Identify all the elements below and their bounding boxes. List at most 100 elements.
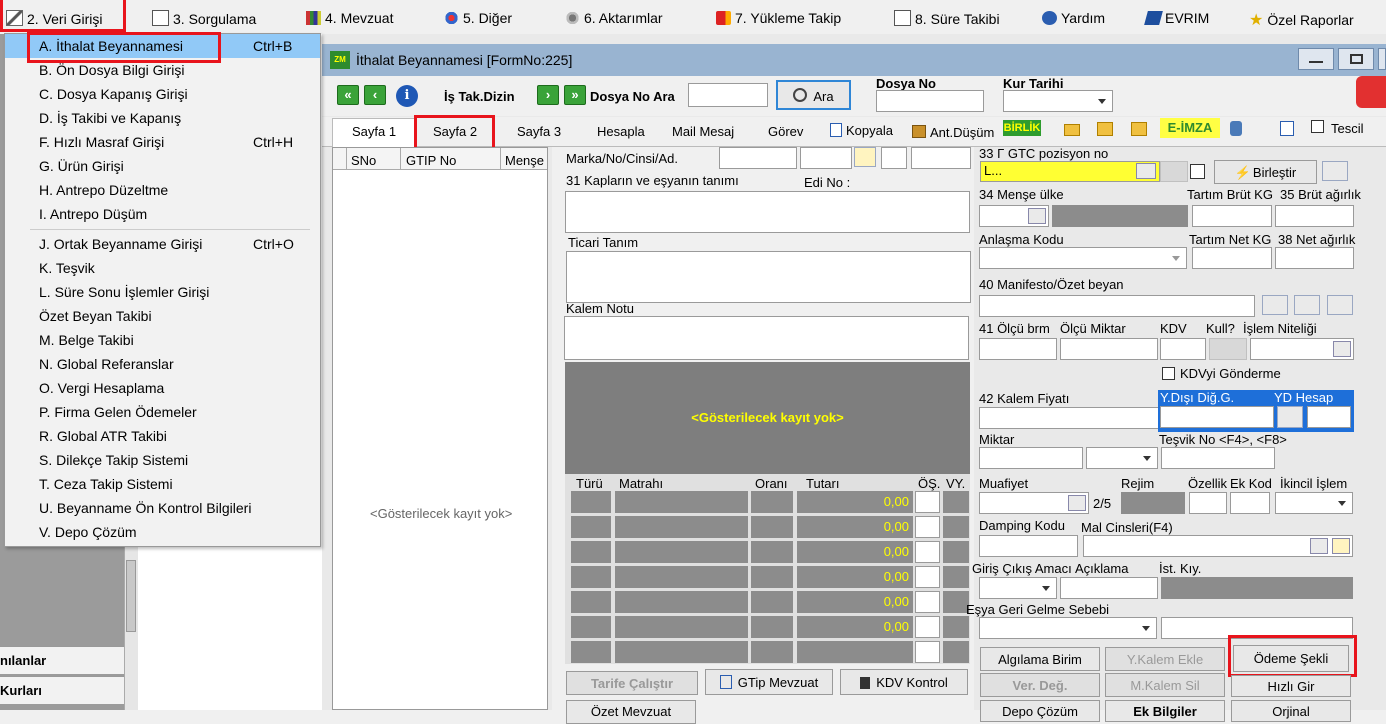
kopyala-button[interactable]: Kopyala (830, 123, 893, 138)
tax-cell[interactable] (615, 491, 748, 513)
algilama-birim-button[interactable]: Algılama Birim (980, 647, 1100, 671)
gtip-pozisyon-input[interactable]: L... (980, 161, 1160, 182)
ozet-mevzuat-button[interactable]: Özet Mevzuat (566, 700, 696, 724)
tab-hesapla[interactable]: Hesapla (597, 124, 645, 139)
tax-os-checkbox[interactable] (915, 591, 940, 613)
hizli-gir-button[interactable]: Hızlı Gir (1231, 675, 1351, 697)
tax-cell[interactable] (943, 566, 969, 588)
lookup-icon[interactable] (1068, 495, 1086, 511)
items-grid[interactable] (332, 147, 548, 710)
manifesto-list-button[interactable] (1294, 295, 1320, 315)
info-icon[interactable]: i (396, 85, 418, 107)
dosya-no-ara-input[interactable] (688, 83, 768, 107)
left-tab-kurlari[interactable]: Kurları (0, 676, 124, 704)
gtip-checkbox[interactable] (1190, 164, 1205, 179)
tax-cell[interactable] (571, 541, 611, 563)
brut-agirlik-input[interactable] (1275, 205, 1354, 227)
tax-cell[interactable] (571, 641, 611, 663)
tax-cell[interactable] (571, 591, 611, 613)
tax-cell[interactable]: 0,00 (797, 616, 913, 638)
tax-cell[interactable] (571, 491, 611, 513)
minimize-button[interactable] (1298, 48, 1334, 70)
tescil-checkbox[interactable] (1311, 120, 1324, 133)
dropdown-item[interactable]: O. Vergi Hesaplama (5, 376, 320, 400)
tax-cell[interactable] (615, 641, 748, 663)
lookup-icon[interactable] (1333, 341, 1351, 357)
dropdown-item[interactable]: M. Belge Takibi (5, 328, 320, 352)
lookup-icon[interactable] (1310, 538, 1328, 554)
tax-os-checkbox[interactable] (915, 541, 940, 563)
tax-cell[interactable] (943, 516, 969, 538)
tax-cell[interactable] (943, 616, 969, 638)
lookup-icon[interactable] (1028, 208, 1046, 224)
menu-diger[interactable]: 5. Diğer (444, 10, 512, 26)
menu-sorgulama[interactable]: 3. Sorgulama (152, 10, 256, 27)
tartim-net-input[interactable] (1192, 247, 1272, 269)
dropdown-item[interactable]: H. Antrepo Düzeltme (5, 178, 320, 202)
giris-cikis-select[interactable] (979, 577, 1057, 599)
dropdown-item[interactable]: P. Firma Gelen Ödemeler (5, 400, 320, 424)
tab-mail-mesaj[interactable]: Mail Mesaj (672, 124, 734, 139)
manifesto-lookup-button[interactable] (1262, 295, 1288, 315)
dropdown-item[interactable]: R. Global ATR Takibi (5, 424, 320, 448)
edit-note-icon[interactable] (1332, 538, 1350, 554)
alarm-bell-icon[interactable] (1356, 76, 1386, 108)
tax-cell[interactable] (615, 591, 748, 613)
tax-cell[interactable] (751, 591, 793, 613)
tax-cell[interactable]: 0,00 (797, 516, 913, 538)
usb-key-icon[interactable] (1230, 121, 1242, 136)
tax-cell[interactable] (615, 616, 748, 638)
search-doc-button[interactable] (1280, 121, 1294, 136)
last-record-button[interactable]: » (564, 85, 586, 105)
menu-mevzuat[interactable]: 4. Mevzuat (306, 10, 393, 26)
tax-cell[interactable]: 0,00 (797, 541, 913, 563)
dropdown-item[interactable]: U. Beyanname Ön Kontrol Bilgileri (5, 496, 320, 520)
tax-cell[interactable] (615, 516, 748, 538)
tax-os-checkbox[interactable] (915, 566, 940, 588)
tax-cell[interactable] (797, 641, 913, 663)
ek-kod-input[interactable] (1230, 492, 1270, 514)
tab-sayfa1[interactable]: Sayfa 1 (352, 124, 396, 139)
tax-cell[interactable] (571, 616, 611, 638)
ant-dusum-button[interactable]: Ant.Düşüm (912, 125, 994, 140)
mense-ulke-input[interactable] (979, 205, 1049, 227)
menu-yardim[interactable]: Yardım (1042, 10, 1105, 26)
kdv-kontrol-button[interactable]: KDV Kontrol (840, 669, 968, 695)
dropdown-item[interactable]: K. Teşvik (5, 256, 320, 280)
olcu-brm-input[interactable] (979, 338, 1057, 360)
tax-os-checkbox[interactable] (915, 491, 940, 513)
scrollbar-thumb[interactable] (126, 560, 136, 632)
aciklama-input[interactable] (1060, 577, 1158, 599)
folder-arrow-icon[interactable] (1131, 122, 1147, 136)
first-record-button[interactable]: « (337, 85, 359, 105)
birlik-button[interactable]: BİRLİK (1003, 120, 1041, 136)
tax-cell[interactable] (751, 641, 793, 663)
menu-yukleme-takip[interactable]: 7. Yükleme Takip (716, 10, 841, 26)
yd-hesap-input[interactable] (1307, 406, 1351, 428)
tab-sayfa2[interactable]: Sayfa 2 (433, 124, 477, 139)
kdv-input[interactable] (1160, 338, 1206, 360)
menu-sure-takibi[interactable]: 8. Süre Takibi (894, 10, 1000, 27)
tax-cell[interactable] (751, 616, 793, 638)
dropdown-item[interactable]: F. Hızlı Masraf Girişi Ctrl+H (5, 130, 320, 154)
muafiyet-input[interactable] (979, 492, 1089, 514)
e-imza-button[interactable]: E-İMZA (1160, 118, 1220, 138)
dropdown-item[interactable]: S. Dilekçe Takip Sistemi (5, 448, 320, 472)
tesvik-input[interactable] (1161, 447, 1275, 469)
damping-kodu-input[interactable] (979, 535, 1078, 557)
net-agirlik-input[interactable] (1275, 247, 1354, 269)
dosya-no-input[interactable] (876, 90, 984, 112)
islem-niteligi-input[interactable] (1250, 338, 1354, 360)
dropdown-item[interactable]: L. Süre Sonu İşlemler Girişi (5, 280, 320, 304)
kur-tarihi-select[interactable] (1003, 90, 1113, 112)
tax-os-checkbox[interactable] (915, 516, 940, 538)
tab-gorev[interactable]: Görev (768, 124, 803, 139)
calculator-button[interactable] (1322, 161, 1348, 181)
dropdown-item[interactable]: N. Global Referanslar (5, 352, 320, 376)
folder-up-icon[interactable] (1097, 122, 1113, 136)
kalem-fiyati-input[interactable] (979, 407, 1159, 429)
gtip-mevzuat-button[interactable]: GTip Mevzuat (705, 669, 833, 695)
tartim-brut-input[interactable] (1192, 205, 1272, 227)
dropdown-item[interactable]: G. Ürün Girişi (5, 154, 320, 178)
ydisi-input[interactable] (1160, 406, 1274, 428)
